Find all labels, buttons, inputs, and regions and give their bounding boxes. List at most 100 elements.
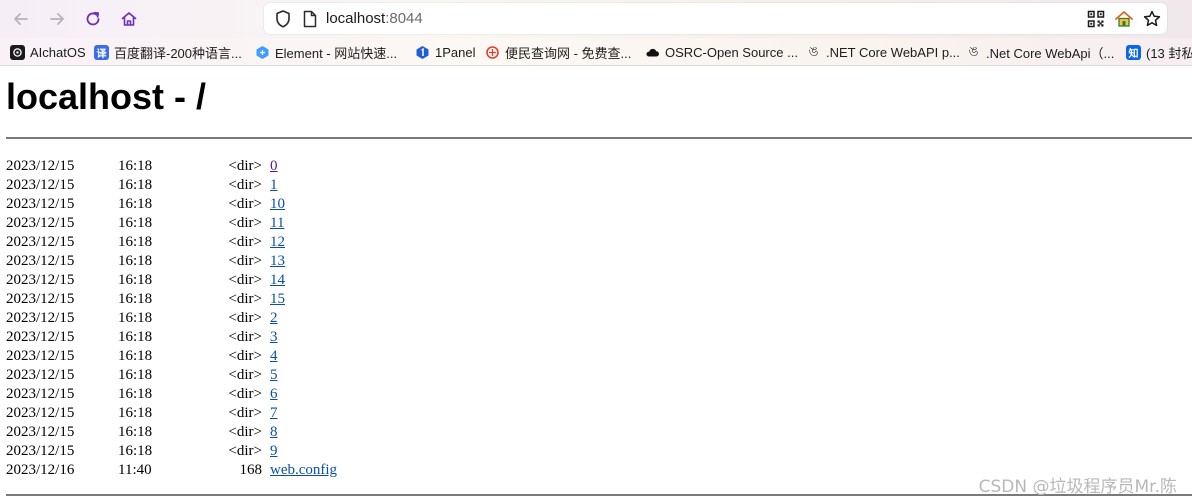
directory-link[interactable]: 0 [270, 158, 278, 174]
directory-link[interactable]: 1 [270, 177, 278, 193]
entry-size: <dir> [228, 177, 262, 193]
entry-size: <dir> [228, 196, 262, 212]
1panel-logo-icon [415, 45, 430, 60]
page-title: localhost - / [6, 76, 207, 117]
entry-size: 168 [239, 462, 263, 478]
entry-date: 2023/12/15 [6, 310, 75, 326]
directory-link[interactable]: 13 [270, 253, 285, 269]
entry-size: <dir> [228, 367, 262, 383]
entry-size: <dir> [228, 234, 262, 250]
bookmark-star-icon[interactable] [1142, 9, 1162, 29]
reload-button[interactable] [80, 6, 106, 32]
bookmarks-bar: AIchatOS 译 百度翻译-200种语言... Element - 网站快速… [0, 38, 1192, 66]
entry-name: 11 [270, 214, 284, 233]
entry-name: 3 [270, 328, 278, 347]
shield-icon[interactable] [273, 9, 293, 29]
zhihu-icon: 知 [1126, 44, 1141, 60]
entry-name: 9 [270, 442, 278, 461]
csdn-style-icon: ঙ [808, 43, 819, 59]
entry-time: 16:18 [118, 234, 153, 250]
entry-size: <dir> [228, 405, 262, 421]
entry-name: 1 [270, 176, 278, 195]
entry-date: 2023/12/15 [6, 196, 75, 212]
entry-date: 2023/12/15 [6, 367, 75, 383]
entry-size: <dir> [228, 291, 262, 307]
bookmark-label: 便民查询网 - 免费查... [505, 45, 632, 61]
directory-link[interactable]: 11 [270, 215, 284, 231]
bookmark-zhihu[interactable]: 知 (13 封私 [1126, 42, 1192, 62]
entry-time: 16:18 [118, 215, 153, 231]
entry-date: 2023/12/15 [6, 234, 75, 250]
entry-name: 10 [270, 195, 285, 214]
arrow-left-icon [14, 13, 28, 25]
bookmark-label: 百度翻译-200种语言... [114, 45, 242, 61]
entry-time: 16:18 [118, 386, 153, 402]
entry-time: 16:18 [118, 253, 153, 269]
chatgpt-logo-icon [10, 44, 25, 60]
directory-link[interactable]: 6 [270, 386, 278, 402]
bookmark-element[interactable]: Element - 网站快速... [255, 42, 397, 62]
url-port: :8044 [385, 10, 423, 27]
home-icon [121, 12, 137, 26]
home-button[interactable] [116, 6, 142, 32]
directory-link[interactable]: 7 [270, 405, 278, 421]
entry-date: 2023/12/15 [6, 177, 75, 193]
entry-date: 2023/12/15 [6, 215, 75, 231]
entry-time: 16:18 [118, 348, 153, 364]
bookmark-label: OSRC-Open Source ... [665, 44, 798, 60]
entry-date: 2023/12/15 [6, 158, 75, 174]
url-bar[interactable]: localhost:8044 [264, 3, 1167, 34]
directory-link[interactable]: 5 [270, 367, 278, 383]
page-info-icon[interactable] [301, 9, 319, 29]
entry-name: 7 [270, 404, 278, 423]
qr-code-icon[interactable] [1086, 9, 1106, 29]
bookmark-netcore-webapi-1[interactable]: ঙ .NET Core WebAPI p... [806, 42, 960, 62]
entry-name: 14 [270, 271, 285, 290]
entry-name: 13 [270, 252, 285, 271]
bookmark-netcore-webapi-2[interactable]: ঙ .Net Core WebApi（... [966, 42, 1114, 62]
entry-time: 16:18 [118, 291, 153, 307]
directory-link[interactable]: 3 [270, 329, 278, 345]
cloud-icon [645, 45, 660, 60]
entry-time: 16:18 [118, 177, 153, 193]
back-button[interactable] [8, 6, 34, 32]
bookmark-aichatos[interactable]: AIchatOS [10, 42, 86, 62]
entry-time: 16:18 [118, 272, 153, 288]
entry-name: 6 [270, 385, 278, 404]
bookmark-osrc[interactable]: OSRC-Open Source ... [645, 42, 798, 62]
entry-size: <dir> [228, 443, 262, 459]
bookmark-label: AIchatOS [30, 44, 86, 60]
bookmark-label: Element - 网站快速... [275, 45, 398, 61]
forward-button[interactable] [44, 6, 70, 32]
entry-time: 16:18 [118, 443, 153, 459]
entry-size: <dir> [228, 158, 262, 174]
bookmark-label: .Net Core WebApi（... [986, 45, 1115, 61]
page-content: localhost - / 2023/12/15 16:18 <dir> 0 2023/… [0, 66, 1192, 503]
file-link[interactable]: web.config [270, 462, 337, 478]
directory-link[interactable]: 2 [270, 310, 278, 326]
bookmark-label: (13 封私 [1146, 45, 1192, 61]
entry-time: 16:18 [118, 329, 153, 345]
directory-link[interactable]: 8 [270, 424, 278, 440]
watermark: CSDN @垃圾程序员Mr.陈 [978, 477, 1177, 497]
directory-link[interactable]: 12 [270, 234, 285, 250]
entry-name: 2 [270, 309, 278, 328]
entry-date: 2023/12/15 [6, 272, 75, 288]
url-host: localhost [326, 10, 386, 27]
baidu-translate-icon: 译 [94, 44, 109, 60]
csdn-style-icon: ঙ [968, 43, 979, 59]
url-text[interactable]: localhost:8044 [326, 9, 423, 29]
bookmark-bianmin[interactable]: 便民查询网 - 免费查... [485, 42, 631, 62]
entry-time: 16:18 [118, 310, 153, 326]
directory-link[interactable]: 14 [270, 272, 285, 288]
entry-time: 16:18 [118, 405, 153, 421]
entry-date: 2023/12/15 [6, 386, 75, 402]
directory-link[interactable]: 10 [270, 196, 285, 212]
directory-link[interactable]: 9 [270, 443, 278, 459]
directory-link[interactable]: 15 [270, 291, 285, 307]
bookmark-baidu-translate[interactable]: 译 百度翻译-200种语言... [94, 42, 242, 62]
entry-size: <dir> [228, 215, 262, 231]
house-extension-icon[interactable] [1114, 9, 1134, 29]
bookmark-1panel[interactable]: 1Panel [415, 42, 475, 62]
directory-link[interactable]: 4 [270, 348, 278, 364]
